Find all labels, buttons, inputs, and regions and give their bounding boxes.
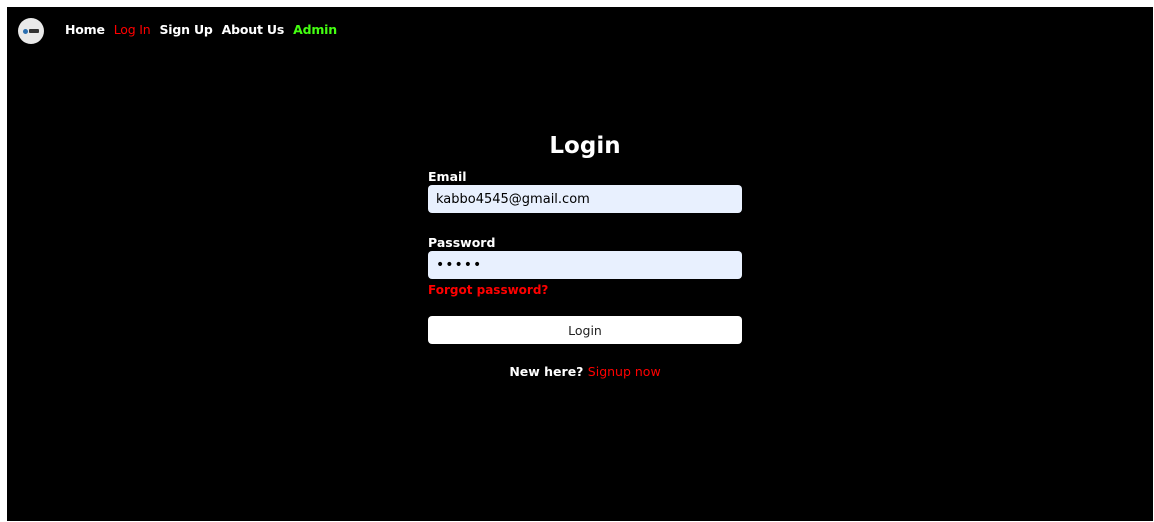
- nav-signup-link[interactable]: Sign Up: [159, 22, 212, 37]
- logo-dot: [23, 28, 28, 34]
- logo-bar: [29, 29, 39, 33]
- email-field[interactable]: [428, 185, 742, 213]
- signup-prompt: New here? Signup now: [428, 364, 742, 379]
- brand-logo-icon[interactable]: [18, 18, 44, 44]
- email-label: Email: [428, 169, 467, 184]
- signup-now-link[interactable]: Signup now: [588, 364, 661, 379]
- login-button[interactable]: Login: [428, 316, 742, 344]
- nav-home-link[interactable]: Home: [65, 22, 105, 37]
- new-here-text: New here?: [509, 364, 584, 379]
- password-field[interactable]: [428, 251, 742, 279]
- password-label: Password: [428, 235, 496, 250]
- nav-admin-link[interactable]: Admin: [293, 22, 337, 37]
- nav-links: Home Log In Sign Up About Us Admin: [65, 22, 337, 37]
- logo-mark: [23, 28, 39, 34]
- nav-login-link[interactable]: Log In: [114, 22, 151, 37]
- navbar: Home Log In Sign Up About Us Admin: [7, 7, 1153, 57]
- page-title: Login: [549, 133, 621, 159]
- login-form: Login Email Password Forgot password? Lo…: [428, 127, 742, 379]
- page-frame: Home Log In Sign Up About Us Admin Login…: [7, 7, 1153, 521]
- forgot-password-link[interactable]: Forgot password?: [428, 282, 742, 298]
- nav-about-link[interactable]: About Us: [222, 22, 285, 37]
